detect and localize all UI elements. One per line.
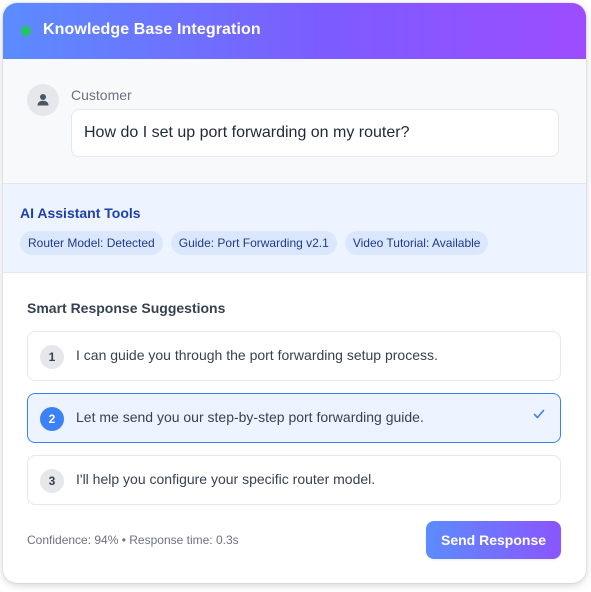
tool-chip-guide[interactable]: Guide: Port Forwarding v2.1 <box>170 231 337 255</box>
suggestion-text: I'll help you configure your specific ro… <box>76 471 376 487</box>
suggestion-number: 3 <box>40 469 64 493</box>
suggestion-text: Let me send you our step-by-step port fo… <box>76 409 424 425</box>
customer-message-bubble: How do I set up port forwarding on my ro… <box>71 109 559 157</box>
suggestion-text: I can guide you through the port forward… <box>76 347 438 363</box>
ai-tools-chip-list: Router Model: Detected Guide: Port Forwa… <box>20 231 496 255</box>
card-header: Knowledge Base Integration <box>3 3 586 59</box>
user-icon <box>37 94 49 106</box>
response-meta: Confidence: 94% • Response time: 0.3s <box>27 533 239 547</box>
send-response-button[interactable]: Send Response <box>426 521 561 559</box>
check-icon <box>533 409 545 419</box>
suggestion-number: 1 <box>40 345 64 369</box>
suggestion-number: 2 <box>40 407 64 431</box>
knowledge-base-card: Knowledge Base Integration Customer How … <box>3 3 586 583</box>
tool-chip-video-tutorial[interactable]: Video Tutorial: Available <box>344 231 489 255</box>
customer-avatar <box>27 84 59 116</box>
header-title: Knowledge Base Integration <box>43 21 261 38</box>
suggestions-title: Smart Response Suggestions <box>27 300 226 316</box>
status-indicator <box>21 26 31 36</box>
customer-message-text: How do I set up port forwarding on my ro… <box>84 124 410 141</box>
suggestion-option-1[interactable]: 1 I can guide you through the port forwa… <box>27 331 561 381</box>
customer-message-section: Customer How do I set up port forwarding… <box>3 59 586 184</box>
customer-label: Customer <box>71 87 132 103</box>
ai-tools-section: AI Assistant Tools Router Model: Detecte… <box>3 184 586 273</box>
suggestion-option-3[interactable]: 3 I'll help you configure your specific … <box>27 455 561 505</box>
suggestion-option-2[interactable]: 2 Let me send you our step-by-step port … <box>27 393 561 443</box>
tool-chip-router-model[interactable]: Router Model: Detected <box>20 231 163 255</box>
ai-tools-title: AI Assistant Tools <box>20 205 141 221</box>
